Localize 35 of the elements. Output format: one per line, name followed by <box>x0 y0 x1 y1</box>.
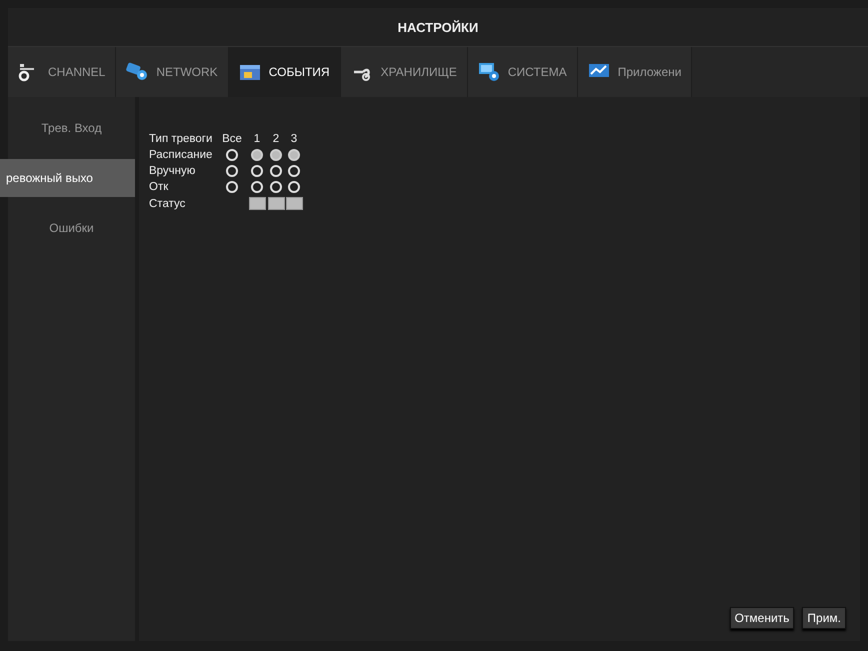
radio-button[interactable] <box>288 181 300 193</box>
tab[interactable]: ХРАНИЛИЩЕ <box>340 47 468 97</box>
window-title: НАСТРОЙКИ <box>8 8 868 47</box>
row-label: Отк <box>149 181 170 193</box>
radio-button[interactable] <box>270 165 282 177</box>
row-label: Статус <box>149 198 186 210</box>
monitor-icon <box>478 61 500 83</box>
radio-button[interactable] <box>251 165 263 177</box>
radio-button[interactable] <box>251 181 263 193</box>
tab[interactable]: СИСТЕМА <box>468 47 578 97</box>
tab[interactable]: NETWORK <box>116 47 229 97</box>
column-header: Все <box>221 133 243 145</box>
radio-button[interactable] <box>270 181 282 193</box>
radio-button[interactable] <box>226 149 238 161</box>
column-header: 3 <box>290 133 298 145</box>
radio-button[interactable] <box>288 165 300 177</box>
radio-button[interactable] <box>226 165 238 177</box>
radio-button[interactable] <box>270 149 282 161</box>
cancel-button[interactable]: Отменить <box>730 607 794 629</box>
row-label: Вручную <box>149 165 196 177</box>
radio-button[interactable] <box>226 181 238 193</box>
network-icon <box>126 61 148 83</box>
tab[interactable]: СОБЫТИЯ <box>228 47 341 97</box>
row-label: Расписание <box>149 149 214 161</box>
sidebar-item[interactable]: ревожный выхо <box>0 159 135 197</box>
column-header: 1 <box>252 133 262 145</box>
tab[interactable]: CHANNEL <box>8 47 116 97</box>
column-header: Тип тревоги <box>149 133 214 145</box>
sidebar-item[interactable]: Трев. Вход <box>8 109 135 147</box>
column-header: 2 <box>272 133 280 145</box>
radio-button[interactable] <box>288 149 300 161</box>
tab[interactable]: Приложени <box>578 47 692 97</box>
apply-button[interactable]: Прим. <box>802 607 846 629</box>
sidebar-item[interactable]: Ошибки <box>8 209 135 247</box>
radio-button[interactable] <box>251 149 263 161</box>
